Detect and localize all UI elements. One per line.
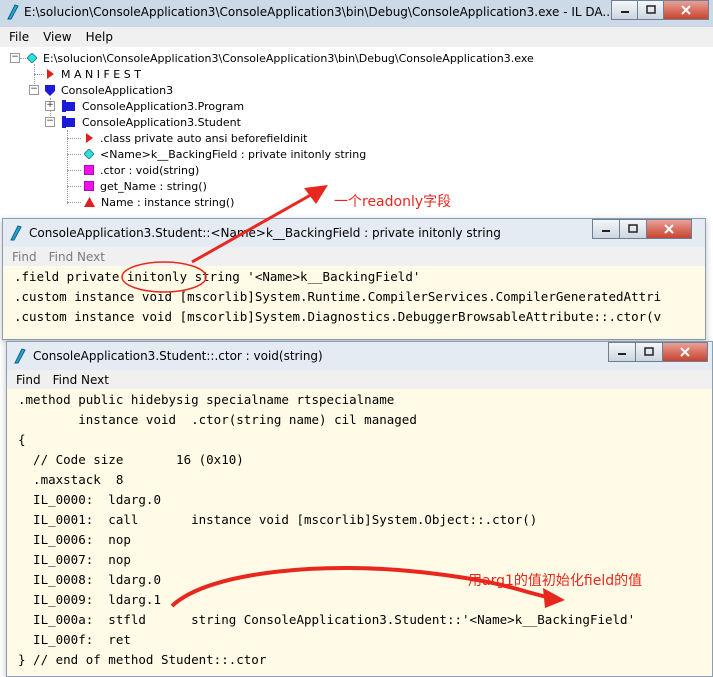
main-window-title: E:\solucion\ConsoleApplication3\ConsoleA… [24,5,614,19]
code-line: IL_0001: call instance void [mscorlib]Sy… [18,512,538,527]
tree-item-manifest[interactable]: M A N I F E S T [45,66,141,82]
method-square-icon [84,165,94,175]
field-window-menubar: Find Find Next [3,247,705,266]
maximize-icon [644,347,654,356]
minimize-button[interactable] [608,342,636,362]
ctor-window-title-bar[interactable]: ConsoleApplication3.Student::.ctor : voi… [7,342,712,371]
code-line: IL_0006: nop [18,532,131,547]
tree-item-label: .class private auto ansi beforefieldinit [100,131,308,145]
code-line: .custom instance void [mscorlib]System.D… [14,309,662,324]
class-info-triangle-icon [86,133,93,143]
tree-item-namespace[interactable]: ConsoleApplication3 [45,82,173,98]
code-line: .custom instance void [mscorlib]System.R… [14,289,662,304]
namespace-shield-icon [45,84,55,96]
tree-item-backing-field[interactable]: <Name>k__BackingField : private initonly… [84,146,366,162]
class-icon [62,100,75,112]
tree-item-label: ConsoleApplication3.Program [82,99,245,113]
tree-item-label: Name : instance string() [101,195,235,209]
tree-item-label: M A N I F E S T [61,67,141,81]
tree-item-program-class[interactable]: ConsoleApplication3.Program [62,98,244,114]
tree-item-label: <Name>k__BackingField : private initonly… [100,147,367,161]
maximize-icon [645,5,656,14]
code-line: .field private initonly string '<Name>k_… [14,269,421,284]
field-disassembly-window: ConsoleApplication3.Student::<Name>k__Ba… [2,218,706,340]
menu-help[interactable]: Help [81,30,118,44]
code-line: .method public hidebysig specialname rts… [18,392,395,407]
minimize-button[interactable] [592,219,620,239]
code-line: // Code size 16 (0x10) [18,452,244,467]
close-button[interactable] [646,219,692,239]
tree-item-label: .ctor : void(string) [100,163,200,177]
minimize-icon [618,353,626,355]
tree-collapse-student[interactable]: − [45,117,55,127]
main-title-bar[interactable]: E:\solucion\ConsoleApplication3\ConsoleA… [0,0,713,28]
ctor-window-title: ConsoleApplication3.Student::.ctor : voi… [33,349,323,363]
tree-item-assembly[interactable]: E:\solucion\ConsoleApplication3\ConsoleA… [27,50,534,66]
field-window-title-bar[interactable]: ConsoleApplication3.Student::<Name>k__Ba… [3,219,705,248]
menu-find-next[interactable]: Find Next [46,250,108,264]
ildasm-app-icon [13,348,27,368]
class-icon [62,116,75,128]
tree-item-label: get_Name : string() [100,179,207,193]
menu-find[interactable]: Find [13,373,44,387]
code-line: IL_0008: ldarg.0 [18,572,161,587]
code-line: IL_0007: nop [18,552,131,567]
code-line: IL_0009: ldarg.1 [18,592,161,607]
ildasm-app-icon [9,225,23,245]
code-line: IL_0000: ldarg.0 [18,492,161,507]
tree-item-get-name[interactable]: get_Name : string() [84,178,207,194]
tree-expand-program[interactable]: + [45,101,55,111]
maximize-icon [628,224,638,233]
tree-item-name-property[interactable]: Name : instance string() [84,194,234,210]
menu-file[interactable]: File [4,30,34,44]
code-line: IL_000a: stfld string ConsoleApplication… [18,612,636,627]
close-icon [664,224,674,234]
tree-collapse-namespace[interactable]: − [29,85,39,95]
method-square-icon [84,181,94,191]
main-menubar: File View Help [0,27,713,47]
close-icon [681,5,691,15]
code-line: IL_000f: ret [18,632,131,647]
manifest-triangle-icon [47,69,54,79]
tree-item-class-decl[interactable]: .class private auto ansi beforefieldinit [84,130,307,146]
ctor-disassembly-window: ConsoleApplication3.Student::.ctor : voi… [6,341,713,677]
tree-item-label: E:\solucion\ConsoleApplication3\ConsoleA… [43,51,534,65]
close-button[interactable] [662,342,708,362]
menu-view[interactable]: View [38,30,76,44]
menu-find-next[interactable]: Find Next [50,373,112,387]
code-line: } // end of method Student::.ctor [18,652,267,667]
ctor-window-menubar: Find Find Next [7,370,712,389]
close-button[interactable] [663,0,709,20]
code-line: .maxstack 8 [18,472,124,487]
menu-find[interactable]: Find [9,250,40,264]
maximize-button[interactable] [619,219,647,239]
tree-item-student-class[interactable]: ConsoleApplication3.Student [62,114,241,130]
close-icon [680,347,690,357]
minimize-button[interactable] [611,0,638,20]
tree-item-ctor[interactable]: .ctor : void(string) [84,162,199,178]
maximize-button[interactable] [635,342,663,362]
ctor-code-area[interactable]: .method public hidebysig specialname rts… [7,390,712,676]
minimize-icon [602,230,610,232]
assembly-diamond-icon [27,53,37,63]
ildasm-app-icon [6,4,20,24]
tree-item-label: ConsoleApplication3 [61,83,174,97]
maximize-button[interactable] [637,0,664,20]
tree-collapse-root[interactable]: − [10,53,20,63]
field-window-title: ConsoleApplication3.Student::<Name>k__Ba… [29,226,501,240]
field-diamond-icon [84,149,94,159]
tree-item-label: ConsoleApplication3.Student [82,115,241,129]
minimize-icon [620,11,629,13]
code-line: instance void .ctor(string name) cil man… [18,412,417,427]
property-triangle-icon [84,197,95,207]
code-line: { [18,432,26,447]
field-code-area[interactable]: .field private initonly string '<Name>k_… [3,267,705,339]
